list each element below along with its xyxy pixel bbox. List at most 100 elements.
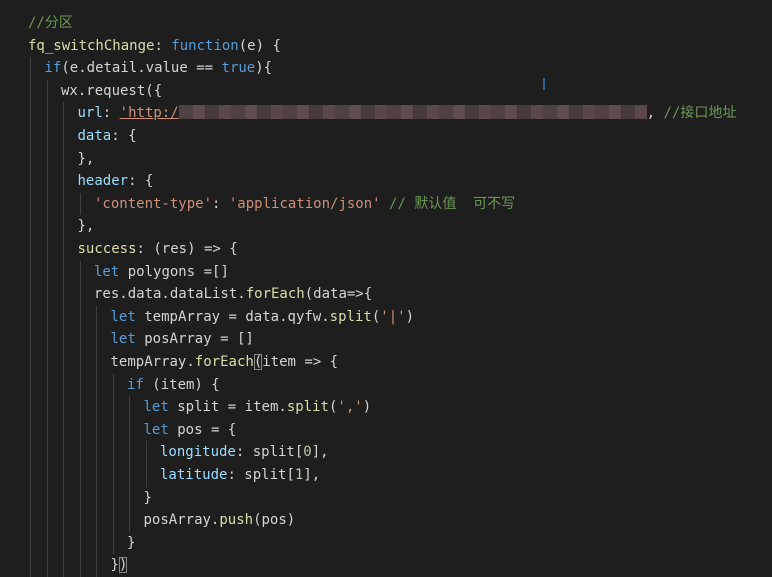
code-line[interactable]: }) — [111, 554, 128, 576]
code-token-default: ) — [362, 399, 372, 416]
indent-guide — [79, 260, 81, 577]
code-token-function: forEach — [245, 286, 305, 303]
code-token-comment: //分区 — [28, 15, 73, 31]
indent-guide — [145, 441, 147, 487]
code-token-keyword: let — [143, 399, 169, 416]
code-token-keyword: let — [94, 263, 120, 280]
code-editor[interactable]: //分区 fq_switchChange: function(e) {if(e.d… — [0, 0, 772, 577]
code-line[interactable]: let posArray = [] — [111, 328, 254, 350]
code-token-default: : split[ — [227, 467, 295, 483]
code-token-default: } — [127, 534, 136, 551]
code-token-keyword: if — [44, 60, 62, 77]
code-token-default: (data=>{ — [304, 286, 373, 303]
code-token-default: : { — [111, 128, 137, 144]
code-token-default: tempArray. — [110, 354, 195, 370]
code-line[interactable]: //分区 — [28, 12, 73, 34]
indent-guide — [46, 79, 48, 577]
code-token-keyword: let — [110, 331, 136, 348]
code-token-string: 'application/json' — [228, 195, 381, 212]
code-line[interactable]: } — [144, 487, 152, 509]
code-line[interactable]: success: (res) => { — [78, 238, 238, 260]
matched-bracket: ( — [253, 354, 263, 370]
code-token-default: : { — [128, 173, 154, 190]
code-token-default: tempArray = data.qyfw. — [135, 308, 330, 325]
code-token-function: split — [329, 308, 372, 325]
indent-guide — [112, 373, 114, 555]
code-token-default: , — [646, 105, 664, 122]
code-line[interactable]: let pos = { — [144, 419, 237, 441]
code-token-property: header — [77, 173, 129, 190]
code-token-default: ){ — [255, 60, 273, 77]
code-token-default: }, — [77, 218, 95, 235]
code-token-default: split = item. — [168, 399, 287, 416]
code-line[interactable]: 'content-type': 'application/json' // 默认… — [94, 193, 515, 215]
code-token-number: 0 — [303, 444, 312, 461]
code-line[interactable]: longitude: split[0], — [160, 441, 329, 463]
code-token-property: longitude — [160, 444, 236, 461]
code-line[interactable]: header: { — [78, 170, 154, 192]
code-token-default — [381, 196, 389, 212]
indent-guide — [96, 305, 97, 577]
code-token-default: item => { — [262, 354, 339, 370]
code-token-default: : — [102, 105, 120, 122]
code-token-default: posArray = [] — [135, 331, 254, 348]
code-token-default: : split[ — [235, 444, 304, 461]
code-token-default: } — [110, 557, 119, 574]
indent-guide — [129, 396, 130, 532]
code-token-function: forEach — [194, 354, 254, 370]
redacted-url — [178, 105, 647, 120]
code-line[interactable]: tempArray.forEach(item => { — [110, 351, 339, 373]
code-line[interactable]: let tempArray = data.qyfw.split('|') — [111, 306, 415, 328]
code-token-keyword: if — [127, 376, 144, 393]
code-line[interactable]: } — [127, 532, 135, 554]
indent-guide — [63, 102, 64, 577]
code-token-property: data — [77, 128, 112, 144]
code-line[interactable]: }, — [78, 215, 95, 237]
code-line[interactable]: }, — [78, 148, 95, 170]
indent-guide — [30, 57, 31, 577]
code-token-comment: // 默认值 可不写 — [389, 195, 516, 212]
code-line[interactable]: url: 'http:/, //接口地址 — [77, 102, 737, 124]
code-line[interactable]: let split = item.split(',') — [144, 396, 372, 418]
code-line[interactable]: if(e.detail.value == true){ — [45, 57, 273, 79]
code-token-function: success — [77, 241, 137, 257]
code-token-default: : (res) => { — [136, 241, 238, 257]
code-token-function: split — [286, 399, 329, 416]
code-line[interactable]: let polygons =[] — [94, 261, 229, 283]
code-line[interactable]: fq_switchChange: function(e) { — [28, 35, 281, 57]
code-token-default: ], — [311, 444, 329, 461]
code-token-property: url — [77, 105, 103, 122]
code-token-url: 'http:/ — [119, 105, 179, 122]
code-token-default: (e.detail.value == — [61, 60, 222, 77]
code-line[interactable]: res.data.dataList.forEach(data=>{ — [94, 283, 372, 305]
code-line[interactable]: latitude: split[1], — [160, 464, 320, 486]
code-line[interactable]: wx.request({ — [61, 80, 162, 102]
code-token-default: posArray. — [143, 512, 220, 529]
code-token-comment: //接口地址 — [663, 105, 737, 122]
code-token-function: fq_switchChange — [28, 37, 155, 54]
code-token-default: }, — [77, 150, 95, 167]
code-token-function: push — [219, 512, 254, 529]
code-token-default: (item) { — [143, 376, 220, 393]
code-token-default: res.data.dataList. — [94, 286, 246, 303]
code-token-default: (e) { — [238, 37, 281, 54]
matched-bracket: ) — [118, 557, 128, 574]
code-token-string: 'content-type' — [94, 195, 213, 212]
indent-guide — [79, 192, 81, 216]
code-token-default: wx.request({ — [61, 82, 163, 99]
code-token-default: : — [154, 37, 172, 54]
code-token-string: '|' — [380, 308, 406, 325]
code-token-default: pos = { — [168, 421, 237, 438]
code-token-string: ',' — [337, 399, 363, 416]
code-line[interactable]: if (item) { — [127, 374, 220, 396]
code-token-keyword: let — [110, 308, 136, 325]
code-token-property: latitude — [160, 467, 228, 483]
code-token-keyword: true — [221, 60, 256, 77]
code-token-default: polygons =[] — [119, 263, 229, 280]
code-token-default: ( — [371, 308, 381, 325]
code-line[interactable]: posArray.push(pos) — [144, 509, 296, 531]
code-line[interactable]: data: { — [78, 125, 137, 147]
code-token-default: (pos) — [253, 512, 296, 529]
code-token-default: ], — [303, 467, 321, 483]
code-token-default: : — [212, 195, 229, 212]
